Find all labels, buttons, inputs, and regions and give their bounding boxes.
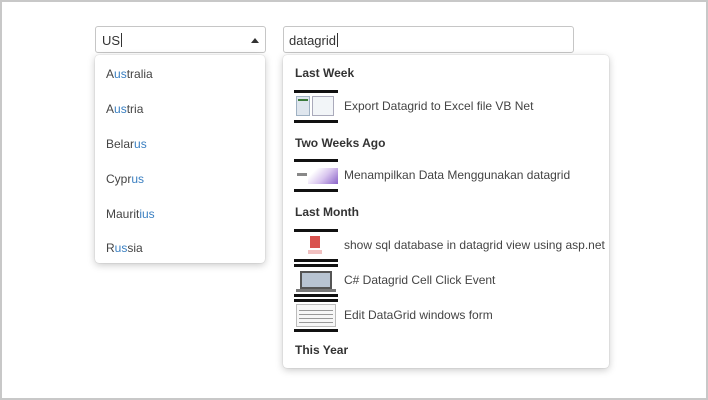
result-title: Export Datagrid to Excel file VB Net xyxy=(344,99,534,113)
video-search-input[interactable]: datagrid xyxy=(283,26,574,53)
group-header-this-year: This Year xyxy=(295,343,349,357)
text-cursor xyxy=(121,33,123,47)
item-text: sia xyxy=(127,241,143,256)
item-text: Belar xyxy=(106,136,135,151)
video-thumbnail xyxy=(294,158,338,192)
search-result-item[interactable]: show sql database in datagrid view using… xyxy=(294,228,605,262)
list-item-mauritius[interactable]: Maurit ius xyxy=(95,196,265,231)
item-match-highlight: us xyxy=(131,171,145,186)
list-item-russia[interactable]: Rus sia xyxy=(95,231,265,266)
search-result-item[interactable]: Edit DataGrid windows form xyxy=(294,298,493,332)
item-text: A xyxy=(106,67,115,82)
country-combobox-input[interactable]: US xyxy=(95,26,266,53)
search-value: datagrid xyxy=(289,33,336,48)
video-thumbnail xyxy=(294,228,338,262)
video-thumbnail xyxy=(294,298,338,332)
search-result-item[interactable]: C# Datagrid Cell Click Event xyxy=(294,263,495,297)
video-thumbnail xyxy=(294,263,338,297)
item-match-highlight: us xyxy=(114,241,128,256)
text-cursor xyxy=(336,33,338,47)
item-match-highlight: us xyxy=(134,136,147,151)
group-header-two-weeks-ago: Two Weeks Ago xyxy=(295,136,386,150)
item-match-highlight: ius xyxy=(139,206,155,221)
item-text: tria xyxy=(126,102,144,117)
item-text: A xyxy=(106,102,115,117)
item-match-highlight: us xyxy=(114,102,127,117)
item-text: Cypr xyxy=(106,171,132,186)
list-item-austria[interactable]: Aus tria xyxy=(95,92,265,127)
item-text: tralia xyxy=(126,67,153,82)
list-item-australia[interactable]: Aus tralia xyxy=(95,57,265,92)
item-match-highlight: us xyxy=(114,67,127,82)
search-results-popup: Last Week Export Datagrid to Excel file … xyxy=(283,55,609,368)
list-item-cyprus[interactable]: Cypr us xyxy=(95,161,265,196)
item-text: Maurit xyxy=(106,206,140,221)
caret-up-icon[interactable] xyxy=(251,38,259,43)
result-title: Menampilkan Data Menggunakan datagrid xyxy=(344,168,571,182)
item-text: R xyxy=(106,241,115,256)
result-title: C# Datagrid Cell Click Event xyxy=(344,273,496,287)
combobox-value: US xyxy=(102,33,121,48)
list-item-belarus[interactable]: Belar us xyxy=(95,127,265,162)
country-dropdown-list: Aus tralia Aus tria Belar us Cypr us Maurit i… xyxy=(95,55,265,263)
result-title: show sql database in datagrid view using… xyxy=(344,238,605,252)
group-header-last-month: Last Month xyxy=(295,205,359,219)
search-result-item[interactable]: Export Datagrid to Excel file VB Net xyxy=(294,89,533,123)
video-thumbnail xyxy=(294,89,338,123)
search-result-item[interactable]: Menampilkan Data Menggunakan datagrid xyxy=(294,158,570,192)
group-header-last-week: Last Week xyxy=(295,66,355,80)
result-title: Edit DataGrid windows form xyxy=(344,308,493,322)
